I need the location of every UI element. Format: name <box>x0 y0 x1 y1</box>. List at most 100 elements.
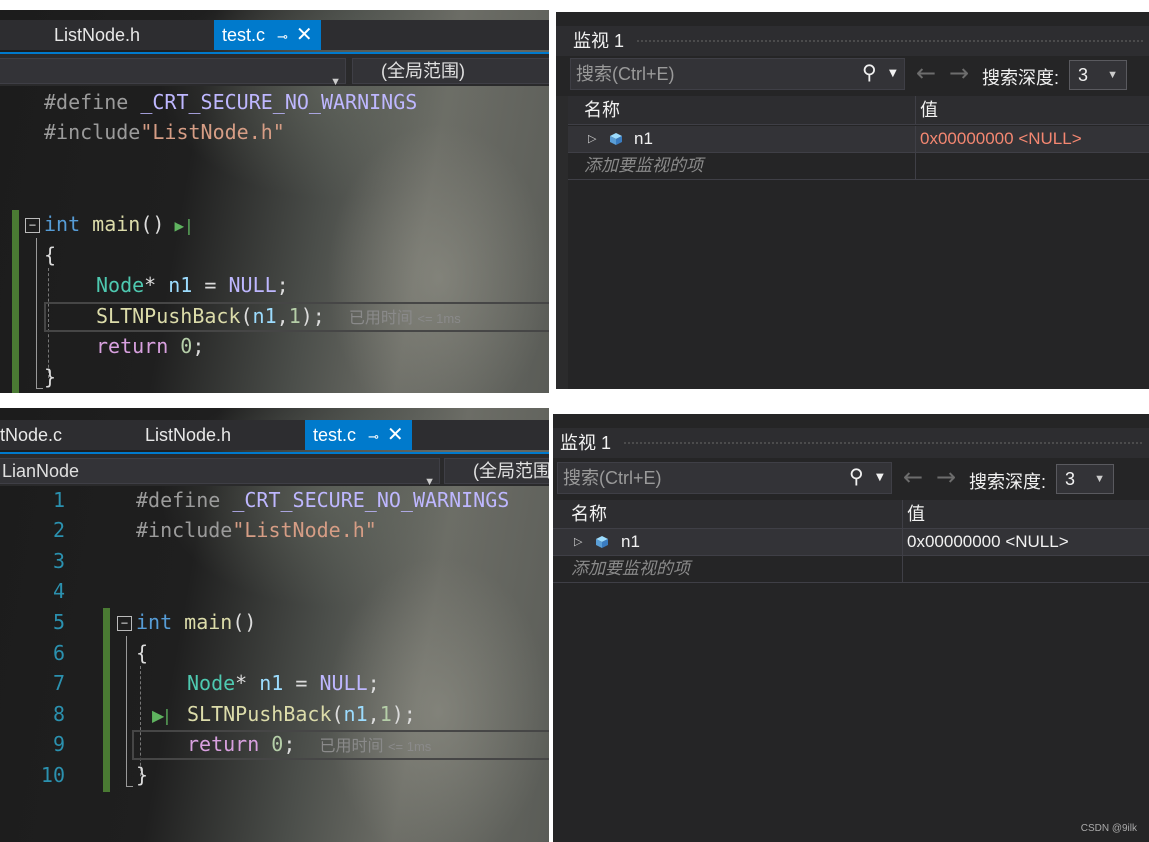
bottom-tab-bar: tNode.c ListNode.h test.c ⊸ ✕ <box>0 420 549 450</box>
line-number: 6 <box>52 641 65 665</box>
chevron-down-icon: ▼ <box>1094 473 1105 485</box>
code-line-2: #include"ListNode.h" <box>136 518 377 542</box>
column-name[interactable]: 名称 <box>571 500 607 528</box>
line-number: 5 <box>52 610 65 634</box>
column-divider <box>915 126 916 152</box>
search-back-arrow-icon[interactable]: ← <box>916 59 936 87</box>
pin-icon[interactable]: ⊸ <box>277 29 288 44</box>
search-icon[interactable]: ⚲ <box>862 60 877 84</box>
scope-dropdown[interactable]: (全局范围 <box>444 458 549 484</box>
bottom-nav-bar: LianNode ▼ (全局范围 <box>0 452 549 488</box>
code-line-6: { <box>44 243 57 267</box>
column-value[interactable]: 值 <box>907 500 925 528</box>
line-number: 3 <box>52 549 65 573</box>
watch-row-name: n1 <box>634 129 653 148</box>
perf-tip: 已用时间 <= 1ms <box>319 738 432 755</box>
code-line-5: int main() ▶| <box>44 212 194 236</box>
watch-column-header: 名称 值 <box>568 96 1149 125</box>
project-dropdown[interactable]: ▼ <box>0 58 346 88</box>
watermark: CSDN @9ilk <box>1080 823 1137 834</box>
search-depth-label: 搜索深度: <box>982 68 1060 88</box>
debug-change-bar <box>12 210 19 393</box>
watch-row-value[interactable]: 0x00000000 <NULL> <box>920 126 1082 152</box>
fold-toggle-icon[interactable]: − <box>117 616 132 631</box>
search-depth-label: 搜索深度: <box>969 472 1047 492</box>
top-editor: ListNode.h test.c ⊸ ✕ ▼ (全局范围) − #define _… <box>0 10 549 393</box>
close-icon[interactable]: ✕ <box>296 24 313 46</box>
scope-bracket <box>126 636 133 787</box>
bottom-watch-window: 监视 1 搜索(Ctrl+E) ⚲ ▼ ← → 搜索深度: 3 ▼ 名称 值 ▷ … <box>553 414 1149 842</box>
column-divider[interactable] <box>902 500 903 528</box>
top-nav-bar: ▼ (全局范围) <box>0 52 549 88</box>
drag-grip[interactable] <box>623 441 1143 446</box>
watch-row[interactable]: ▷ n1 0x00000000 <NULL> <box>568 126 1149 153</box>
column-divider <box>902 529 903 555</box>
line-number: 10 <box>40 763 65 787</box>
search-options-chevron-icon[interactable]: ▼ <box>889 68 897 79</box>
close-icon[interactable]: ✕ <box>387 424 404 446</box>
tab-listnode-h[interactable]: ListNode.h <box>54 20 140 50</box>
search-options-chevron-icon[interactable]: ▼ <box>876 472 884 483</box>
search-depth-dropdown[interactable]: 3 ▼ <box>1069 60 1127 90</box>
line-number: 2 <box>52 518 65 542</box>
watch-add-row[interactable]: 添加要监视的项 <box>553 556 1149 583</box>
scope-dropdown[interactable]: (全局范围) <box>352 58 549 84</box>
chevron-down-icon: ▼ <box>1107 69 1118 81</box>
bottom-editor: tNode.c ListNode.h test.c ⊸ ✕ LianNode ▼ (… <box>0 408 549 842</box>
watch-title: 监视 1 <box>573 31 625 51</box>
run-to-click-icon[interactable]: ▶| <box>152 706 170 725</box>
watch-row-value[interactable]: 0x00000000 <NULL> <box>907 529 1069 555</box>
search-back-arrow-icon[interactable]: ← <box>903 463 923 491</box>
watch-title: 监视 1 <box>560 433 612 453</box>
drag-grip[interactable] <box>636 39 1143 44</box>
project-dropdown[interactable]: LianNode ▼ <box>0 458 440 488</box>
watch-search-input[interactable]: 搜索(Ctrl+E) <box>570 58 905 90</box>
variable-cube-icon <box>610 133 622 145</box>
tab-listnode-c[interactable]: tNode.c <box>0 420 62 450</box>
search-forward-arrow-icon[interactable]: → <box>936 463 956 491</box>
line-number: 7 <box>52 671 65 695</box>
top-watch-window: 监视 1 搜索(Ctrl+E) ⚲ ▼ ← → 搜索深度: 3 ▼ 名称 值 ▷ … <box>556 12 1149 389</box>
line-number: 4 <box>52 579 65 603</box>
column-divider <box>915 153 916 179</box>
debug-change-bar <box>103 608 110 792</box>
code-line-7: Node* n1 = NULL; <box>96 273 289 297</box>
code-line-8: SLTNPushBack(n1,1); 已用时间 <= 1ms <box>96 304 461 328</box>
code-line-10: } <box>44 365 57 389</box>
expand-arrow-icon[interactable]: ▷ <box>574 529 582 555</box>
watch-search-input[interactable]: 搜索(Ctrl+E) <box>557 462 892 494</box>
code-line-9: return 0; <box>96 334 205 358</box>
column-value[interactable]: 值 <box>920 96 938 124</box>
code-line-2: #include"ListNode.h" <box>44 120 285 144</box>
search-icon[interactable]: ⚲ <box>849 464 864 488</box>
run-to-click-icon[interactable]: ▶| <box>174 216 193 235</box>
line-number: 8 <box>52 702 65 726</box>
search-depth-dropdown[interactable]: 3 ▼ <box>1056 464 1114 494</box>
code-line-9: return 0; 已用时间 <= 1ms <box>187 732 432 756</box>
watch-row-name: n1 <box>621 532 640 551</box>
code-line-1: #define _CRT_SECURE_NO_WARNINGS <box>44 90 418 114</box>
fold-toggle-icon[interactable]: − <box>25 218 40 233</box>
add-watch-hint: 添加要监视的项 <box>584 156 703 175</box>
search-forward-arrow-icon[interactable]: → <box>949 59 969 87</box>
column-divider[interactable] <box>915 96 916 124</box>
tab-test-c[interactable]: test.c ⊸ ✕ <box>214 20 321 50</box>
watch-column-header: 名称 值 <box>553 500 1149 529</box>
code-line-6: { <box>136 641 149 665</box>
column-name[interactable]: 名称 <box>584 96 620 124</box>
watch-add-row[interactable]: 添加要监视的项 <box>568 153 1149 180</box>
tab-test-c[interactable]: test.c ⊸ ✕ <box>305 420 412 450</box>
line-number: 1 <box>52 488 65 512</box>
column-divider <box>902 556 903 582</box>
line-number: 9 <box>52 732 65 756</box>
tab-label: test.c <box>313 425 357 445</box>
code-line-1: #define _CRT_SECURE_NO_WARNINGS <box>136 488 510 512</box>
variable-cube-icon <box>596 536 608 548</box>
watch-row[interactable]: ▷ n1 0x00000000 <NULL> <box>553 529 1149 556</box>
expand-arrow-icon[interactable]: ▷ <box>588 126 596 152</box>
watch-title-bar: 监视 1 <box>556 26 1149 56</box>
pin-icon[interactable]: ⊸ <box>368 429 379 444</box>
code-line-7: Node* n1 = NULL; <box>187 671 380 695</box>
tab-listnode-h[interactable]: ListNode.h <box>145 420 231 450</box>
code-line-8: SLTNPushBack(n1,1); <box>187 702 416 726</box>
